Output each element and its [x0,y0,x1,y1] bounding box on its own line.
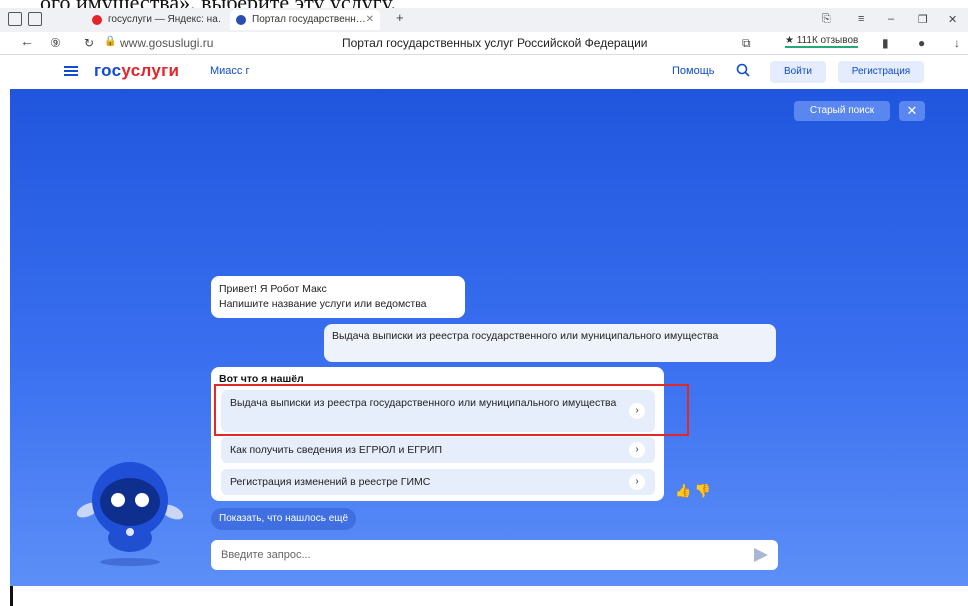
robot-max-icon [76,462,184,566]
browser-tabs-icon[interactable] [8,12,22,26]
chevron-right-icon: › [629,442,645,458]
result-option[interactable]: Как получить сведения из ЕГРЮЛ и ЕГРИП › [221,437,655,463]
hamburger-menu-icon[interactable] [64,66,78,76]
menu-icon[interactable]: ≡ [858,13,864,25]
help-link[interactable]: Помощь [672,65,715,77]
greeting-line: Привет! Я Робот Макс [219,283,327,295]
reviews-badge[interactable]: ★ 111К отзывов [785,35,859,48]
search-icon[interactable] [736,63,750,77]
gosuslugi-logo[interactable]: госуслуги [94,61,179,81]
tab-close-icon[interactable]: ✕ [366,10,374,30]
yandex-icon[interactable]: ⑨ [50,36,61,50]
download-icon[interactable]: ↓ [954,36,960,50]
chat-input-placeholder: Введите запрос... [221,549,311,561]
result-option-label: Регистрация изменений в реестре ГИМС [230,476,431,488]
new-tab-icon[interactable]: + [396,10,404,25]
logo-part-uslugi: услуги [121,61,180,80]
url-field[interactable]: www.gosuslugi.ru [120,36,213,50]
feedback: 👍 👎 [675,483,711,499]
gosuslugi-favicon-icon [236,15,246,25]
tab-yandex[interactable]: госуслуги — Яндекс: на… [86,10,222,30]
close-window-icon[interactable]: ✕ [948,13,957,26]
thumbs-down-icon[interactable]: 👎 [695,483,711,498]
register-button[interactable]: Регистрация [838,61,924,83]
protect-icon[interactable]: ● [918,36,925,50]
greeting-line: Напишите название услуги или ведомства [219,298,427,310]
tab-label: госуслуги — Яндекс: на… [108,14,222,25]
site-header: госуслуги Миасс г Помощь Войти Регистрац… [0,55,968,89]
login-button[interactable]: Войти [770,61,826,83]
minimize-icon[interactable]: – [888,13,894,25]
logo-part-gos: гос [94,61,122,80]
result-option-label: Как получить сведения из ЕГРЮЛ и ЕГРИП [230,444,443,456]
tab-gosuslugi[interactable]: Портал государственн… ✕ [230,10,380,30]
chat-input[interactable]: Введите запрос... [211,540,778,570]
show-more-button[interactable]: Показать, что нашлось ещё [211,508,357,530]
browser-bookmarks-icon[interactable] [28,12,42,26]
result-option[interactable]: Регистрация изменений в реестре ГИМС › [221,469,655,495]
bottom-edge [10,586,13,606]
reload-icon[interactable]: ↻ [84,36,94,50]
lock-icon: 🔒 [104,36,117,47]
robot-greeting-bubble: Привет! Я Робот Макс Напишите название у… [211,276,465,318]
bookmark-icon[interactable]: ▮ [882,36,889,50]
send-icon[interactable] [754,548,768,562]
chevron-right-icon: › [629,474,645,490]
page-title: Портал государственных услуг Российской … [342,36,648,50]
thumbs-up-icon[interactable]: 👍 [675,483,691,498]
copy-icon[interactable]: ⧉ [742,36,751,51]
city-selector[interactable]: Миасс г [210,65,250,77]
highlight-annotation [214,384,689,436]
close-icon[interactable]: ✕ [899,101,925,121]
back-icon[interactable]: ← [20,33,34,49]
old-search-button[interactable]: Старый поиск [794,101,890,121]
user-query-bubble: Выдача выписки из реестра государственно… [324,324,776,362]
downloads-icon[interactable]: ⎘ [822,13,831,26]
browser-tab-bar: госуслуги — Яндекс: на… Портал государст… [0,8,968,32]
address-bar: ← ⑨ ↻ 🔒 www.gosuslugi.ru Портал государс… [0,32,968,55]
restore-icon[interactable]: ❐ [918,13,928,26]
tab-label: Портал государственн… [252,14,366,25]
yandex-favicon-icon [92,15,102,25]
